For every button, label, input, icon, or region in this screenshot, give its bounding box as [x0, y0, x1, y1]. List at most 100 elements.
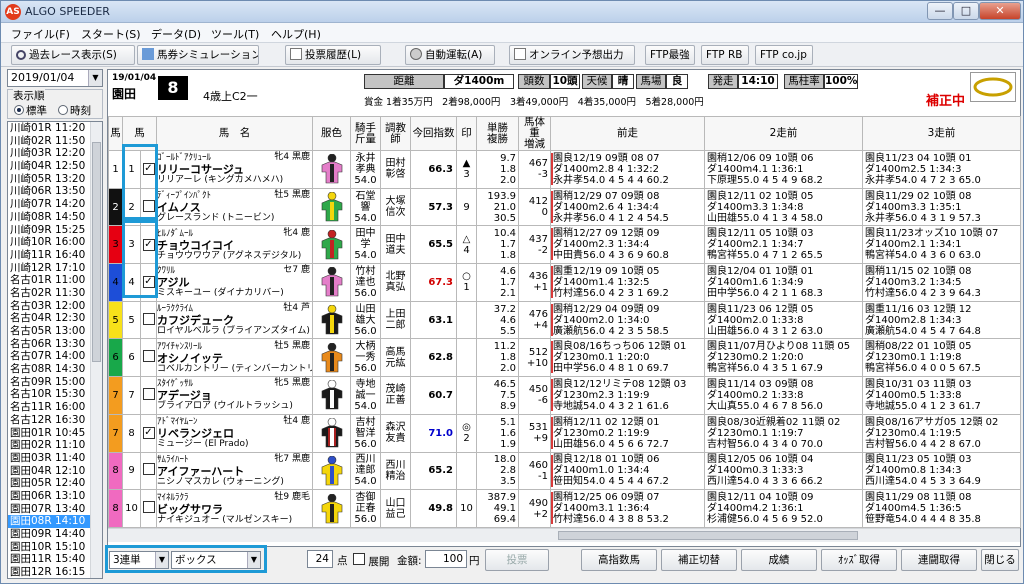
race-list-item[interactable]: 川崎12R 17:10	[8, 262, 102, 275]
race-list-item[interactable]: 名古05R 13:00	[8, 325, 102, 338]
race-list-item[interactable]: 名古09R 15:00	[8, 376, 102, 389]
prev-race-3-cell[interactable]: 園稍11/15 02 10頭 08 ダ1400m3.2 1:34:5 竹村達56.0…	[862, 263, 1021, 302]
race-list-item[interactable]: 川崎06R 13:50	[8, 185, 102, 198]
mark-cell[interactable]: 10	[456, 489, 477, 528]
table-row[interactable]: 7 7 ｽﾀｲｹﾞｯｻﾙ 牝5 黒鹿 アデージョ ブライアロア (ウイルトラッシュ) 寺地 …	[108, 376, 1021, 415]
prev-race-2-cell[interactable]: 園稍12/06 09 10頭 06 ダ1400m4.1 1:36:1 下原理55.0…	[704, 150, 863, 189]
race-list-item[interactable]: 園田02R 11:10	[8, 439, 102, 452]
horse-name-cell[interactable]: ｺﾞｰﾙﾄﾞｱｸﾘｭｰﾙ 牝4 黒鹿 リリーコサージュ リリアーレ (キングカメハメハ…	[156, 150, 313, 189]
amount-input[interactable]: 100	[425, 550, 467, 568]
prev-race-1-cell[interactable]: 園良12/12リミテ08 12頭 03 ダ1230m2.3 1:19:9 寺地誠54…	[550, 376, 705, 415]
results-button[interactable]: 成績	[741, 549, 817, 571]
mark-cell[interactable]: ▲ 3	[456, 150, 477, 189]
online-output-button[interactable]: オンライン予想出力	[509, 45, 635, 65]
race-list-item[interactable]: 名古12R 16:30	[8, 414, 102, 427]
table-row[interactable]: 1 1 ✓ ｺﾞｰﾙﾄﾞｱｸﾘｭｰﾙ 牝4 黒鹿 リリーコサージュ リリアーレ (キングカメ…	[108, 150, 1021, 189]
prev-race-2-cell[interactable]: 園良11/07月ひより08 11頭 05 ダ1230m0.2 1:20:0 鴨宮祥5…	[704, 338, 863, 378]
prev-race-2-cell[interactable]: 園良12/05 06 10頭 04 ダ1400m0.3 1:33:3 西川達54.0…	[704, 451, 863, 491]
table-row[interactable]: 5 5 ﾙｰﾗｸｸﾗｲﾑ 牡4 芦カフジデューク ロイヤルベルラ (ブライアンズタイム)…	[108, 300, 1021, 340]
prev-race-1-cell[interactable]: 園良08/16ちっち06 12頭 01 ダ1230m0.1 1:20:0 田中学56…	[550, 338, 705, 378]
expand-checkbox[interactable]: 展開	[353, 553, 389, 569]
adjust-toggle-button[interactable]: 補正切替	[661, 549, 737, 571]
race-list-item[interactable]: 川崎11R 16:40	[8, 249, 102, 262]
bet-method-select[interactable]: ボックス ▼	[171, 551, 261, 569]
high-index-button[interactable]: 高指数馬	[581, 549, 657, 571]
race-list-item[interactable]: 川崎03R 12:20	[8, 147, 102, 160]
prev-race-1-cell[interactable]: 園稍12/25 06 09頭 07 ダ1400m3.1 1:36:4 竹村達56.0…	[550, 489, 705, 528]
race-list-item[interactable]: 名古11R 16:00	[8, 401, 102, 414]
menu-file[interactable]: ファイル(F)	[11, 26, 70, 42]
horse-name-cell[interactable]: ｱﾜｲﾁｬﾝｽﾘｰﾙ 牡5 黒鹿 オシノイッテ コベルカントリー (ティンバーカントリ…	[156, 338, 313, 378]
race-list-item[interactable]: 園田03R 11:40	[8, 452, 102, 465]
horse-name-cell[interactable]: ｱﾄﾞﾏｲﾔﾑｰﾝ 牡4 鹿リベランジェロ ミュージー (El Prado)	[156, 413, 313, 453]
mark-cell[interactable]	[456, 451, 477, 491]
horse-name-cell[interactable]: ﾋﾙﾉﾀﾞﾑｰﾙ 牝4 鹿チョウコイコイ チョウウワウア (アグネスデジタル)	[156, 225, 313, 265]
mark-cell[interactable]	[456, 300, 477, 340]
radio-standard[interactable]: 標準	[14, 103, 47, 118]
radio-time[interactable]: 時刻	[58, 103, 91, 118]
prev-race-2-cell[interactable]: 園良12/11 04 10頭 09 ダ1400m4.2 1:36:1 杉浦健56.0…	[704, 489, 863, 528]
select-checkbox[interactable]	[140, 300, 157, 340]
menu-start[interactable]: スタート(S)	[81, 26, 141, 42]
race-list-item[interactable]: 園田05R 12:40	[8, 477, 102, 490]
race-list-item[interactable]: 名古04R 12:30	[8, 312, 102, 325]
table-row[interactable]: 7 8 ✓ ｱﾄﾞﾏｲﾔﾑｰﾝ 牡4 鹿リベランジェロ ミュージー (El Prado) 吉…	[108, 413, 1021, 453]
mark-cell[interactable]: ○ 1	[456, 263, 477, 302]
table-row[interactable]: 3 3 ✓ ﾋﾙﾉﾀﾞﾑｰﾙ 牝4 鹿チョウコイコイ チョウウワウア (アグネスデジタル)…	[108, 225, 1021, 265]
select-checkbox[interactable]	[140, 376, 157, 415]
race-list-item[interactable]: 川崎09R 15:25	[8, 224, 102, 237]
race-list-item[interactable]: 園田09R 14:40	[8, 528, 102, 541]
rentou-fetch-button[interactable]: 連闘取得	[901, 549, 977, 571]
race-list-item[interactable]: 園田04R 12:10	[8, 465, 102, 478]
scroll-thumb[interactable]	[558, 531, 858, 540]
minimize-button[interactable]: —	[927, 2, 953, 20]
race-list-item[interactable]: 園田11R 15:40	[8, 553, 102, 566]
race-list-item[interactable]: 川崎04R 12:50	[8, 160, 102, 173]
menu-data[interactable]: データ(D)	[151, 26, 201, 42]
prev-race-3-cell[interactable]: 園良10/31 03 11頭 03 ダ1400m0.5 1:33:8 寺地誠55.0…	[862, 376, 1021, 415]
prev-race-1-cell[interactable]: 園重12/19 09 10頭 05 ダ1400m1.4 1:32:5 竹村達56.0…	[550, 263, 705, 302]
select-checkbox[interactable]	[140, 338, 157, 378]
prev-race-3-cell[interactable]: 園良11/29 02 10頭 08 ダ1400m3.3 1:35:1 永井孝56.0…	[862, 187, 1021, 227]
race-list-item[interactable]: 園田08R 14:10	[8, 515, 102, 528]
prev-race-2-cell[interactable]: 園良11/14 03 09頭 08 ダ1400m0.2 1:33:8 大山真55.0…	[704, 376, 863, 415]
prev-race-1-cell[interactable]: 園稍12/11 02 12頭 01 ダ1230m0.2 1:19:9 山田雄56.0…	[550, 413, 705, 453]
ftp-cojp-button[interactable]: FTP co.jp	[755, 45, 813, 65]
race-list-item[interactable]: 園田06R 13:10	[8, 490, 102, 503]
prev-race-3-cell[interactable]: 園良08/16アサガ05 12頭 02 ダ1230m0.4 1:19:5 吉村智56…	[862, 413, 1021, 453]
mark-cell[interactable]: 9	[456, 187, 477, 227]
table-row[interactable]: 8 9 ｻﾑﾗｲﾊｰﾄ 牝7 黒鹿 アイファーハート ニシノマスカレ (ウォーニング) 西川…	[108, 451, 1021, 491]
horse-name-cell[interactable]: ｽﾀｲｹﾞｯｻﾙ 牝5 黒鹿 アデージョ ブライアロア (ウイルトラッシュ)	[156, 376, 313, 415]
horse-name-cell[interactable]: ﾏｲﾈﾙﾗｸﾗ 牡9 鹿毛 ビッグサワラ ナイキジュオー (マルゼンスキー)	[156, 489, 313, 528]
past-race-button[interactable]: 過去レース表示(S)	[11, 45, 135, 65]
select-checkbox[interactable]: ✓	[140, 413, 157, 453]
prev-race-3-cell[interactable]: 園良11/23オッズ10 10頭 07 ダ1400m2.1 1:34:1 鴨宮祥54…	[862, 225, 1021, 265]
horse-name-cell[interactable]: ｻﾑﾗｲﾊｰﾄ 牝7 黒鹿 アイファーハート ニシノマスカレ (ウォーニング)	[156, 451, 313, 491]
race-list-item[interactable]: 園田10R 15:10	[8, 541, 102, 554]
race-list-item[interactable]: 名古06R 13:30	[8, 338, 102, 351]
race-list-item[interactable]: 川崎01R 11:20	[8, 122, 102, 135]
race-list-item[interactable]: 川崎08R 14:50	[8, 211, 102, 224]
menu-help[interactable]: ヘルプ(H)	[271, 26, 321, 42]
prev-race-3-cell[interactable]: 園良11/23 04 10頭 01 ダ1400m2.5 1:34:3 永井孝54.0…	[862, 150, 1021, 189]
prev-race-1-cell[interactable]: 園良12/18 01 10頭 06 ダ1400m1.0 1:34:4 笹田知54.0…	[550, 451, 705, 491]
bet-type-select[interactable]: 3連単 ▼	[109, 551, 169, 569]
select-checkbox[interactable]	[140, 489, 157, 528]
race-list-item[interactable]: 園田07R 13:40	[8, 503, 102, 516]
table-row[interactable]: 2 2 ﾃﾞｨｰﾌﾟｲﾝﾊﾟｸﾄ 牡5 黒鹿 イムノス グレースランド (トニービン) 石堂…	[108, 187, 1021, 227]
horse-name-cell[interactable]: ﾃﾞｨｰﾌﾟｲﾝﾊﾟｸﾄ 牡5 黒鹿 イムノス グレースランド (トニービン)	[156, 187, 313, 227]
bet-simulation-button[interactable]: 馬券シミュレーション(B)	[137, 45, 259, 65]
close-button[interactable]: 閉じる	[981, 549, 1019, 571]
race-list-item[interactable]: 園田01R 10:45	[8, 427, 102, 440]
race-list-item[interactable]: 川崎05R 13:20	[8, 173, 102, 186]
race-list-item[interactable]: 名古07R 14:00	[8, 350, 102, 363]
maximize-button[interactable]: □	[953, 2, 979, 20]
prev-race-2-cell[interactable]: 園良11/23 06 12頭 05 ダ1400m2.0 1:33:8 山田雄56.0…	[704, 300, 863, 340]
scroll-thumb[interactable]	[92, 142, 101, 362]
date-select[interactable]: 2019/01/04 ▼	[7, 69, 103, 87]
race-list-item[interactable]: 川崎07R 14:20	[8, 198, 102, 211]
race-list-item[interactable]: 名古08R 14:30	[8, 363, 102, 376]
mark-cell[interactable]: △ 4	[456, 225, 477, 265]
prev-race-3-cell[interactable]: 園重11/16 03 12頭 12 ダ1400m2.8 1:34:3 廣瀬航54.0…	[862, 300, 1021, 340]
menu-tools[interactable]: ツール(T)	[211, 26, 259, 42]
